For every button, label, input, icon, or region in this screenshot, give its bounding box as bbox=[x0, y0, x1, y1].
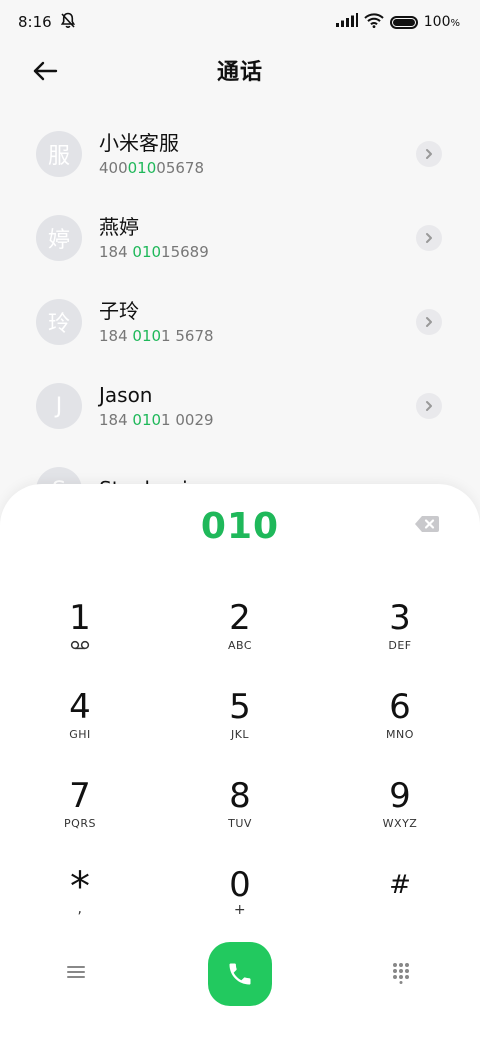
wifi-icon bbox=[364, 12, 384, 32]
key-hash[interactable]: # bbox=[320, 861, 480, 950]
contact-details-button[interactable] bbox=[416, 225, 442, 251]
key-letters: + bbox=[233, 902, 247, 918]
key-9[interactable]: 9 WXYZ bbox=[320, 772, 480, 861]
avatar: 婷 bbox=[36, 215, 82, 261]
battery-icon bbox=[389, 15, 418, 29]
backspace-button[interactable] bbox=[414, 515, 440, 535]
number-match-highlight: 010 bbox=[132, 243, 162, 261]
avatar: 服 bbox=[36, 131, 82, 177]
key-letters: ABC bbox=[227, 639, 253, 652]
key-letters: DEF bbox=[388, 639, 412, 652]
key-digit: 3 bbox=[389, 598, 411, 638]
contact-number: 184 0101 5678 bbox=[99, 327, 214, 345]
dialpad-keys: 1 2 ABC 3 DEF 4 GHI 5 JKL 6 MNO 7 PQRS 8… bbox=[0, 594, 480, 950]
chevron-right-icon bbox=[426, 401, 432, 411]
key-letters: , bbox=[77, 901, 83, 917]
key-letters: MNO bbox=[386, 728, 414, 741]
number-match-highlight: 010 bbox=[127, 159, 157, 177]
key-digit: 0 bbox=[229, 865, 251, 905]
key-3[interactable]: 3 DEF bbox=[320, 594, 480, 683]
key-letters: PQRS bbox=[64, 817, 96, 830]
key-8[interactable]: 8 TUV bbox=[160, 772, 320, 861]
status-bar: 8:16 100% bbox=[0, 0, 480, 44]
menu-icon bbox=[67, 966, 85, 978]
key-star[interactable]: * , bbox=[0, 861, 160, 950]
status-bar-left: 8:16 bbox=[18, 12, 76, 33]
dialpad-grid-icon bbox=[393, 963, 409, 984]
menu-button[interactable] bbox=[66, 964, 90, 984]
dialpad-panel: 010 1 2 ABC 3 DEF 4 GHI 5 JKL 6 MNO 7 PQ… bbox=[0, 484, 480, 1040]
key-0[interactable]: 0 + bbox=[160, 861, 320, 950]
chevron-right-icon bbox=[426, 233, 432, 243]
contact-number: 184 01015689 bbox=[99, 243, 209, 261]
key-digit: # bbox=[389, 870, 411, 900]
key-digit: 4 bbox=[69, 687, 91, 727]
key-2[interactable]: 2 ABC bbox=[160, 594, 320, 683]
contact-number: 40001005678 bbox=[99, 159, 204, 177]
key-digit: 8 bbox=[229, 776, 251, 816]
page-title: 通话 bbox=[216, 60, 263, 85]
number-match-highlight: 010 bbox=[132, 411, 162, 429]
key-letters: GHI bbox=[69, 728, 91, 741]
phone-icon bbox=[229, 963, 251, 985]
key-7[interactable]: 7 PQRS bbox=[0, 772, 160, 861]
contact-name: 小米客服 bbox=[99, 131, 179, 155]
key-digit: 2 bbox=[229, 598, 251, 638]
contact-name: 燕婷 bbox=[99, 215, 139, 239]
status-bar-right: 100% bbox=[335, 12, 460, 32]
voicemail-icon bbox=[70, 640, 90, 650]
key-6[interactable]: 6 MNO bbox=[320, 683, 480, 772]
avatar: J bbox=[36, 383, 82, 429]
backspace-icon bbox=[415, 516, 439, 532]
key-digit: 5 bbox=[229, 687, 251, 727]
contact-name: Jason bbox=[99, 383, 153, 407]
key-digit: 9 bbox=[389, 776, 411, 816]
contact-name: 子玲 bbox=[99, 299, 139, 323]
key-4[interactable]: 4 GHI bbox=[0, 683, 160, 772]
key-digit: 6 bbox=[389, 687, 411, 727]
key-letters: JKL bbox=[230, 728, 250, 741]
contact-text: 子玲 184 0101 5678 bbox=[99, 298, 416, 346]
key-digit: * bbox=[70, 864, 90, 910]
contact-item[interactable]: J Jason 184 0101 0029 bbox=[0, 364, 480, 448]
contact-item[interactable]: 服 小米客服 40001005678 bbox=[0, 112, 480, 196]
key-5[interactable]: 5 JKL bbox=[160, 683, 320, 772]
bell-off-icon bbox=[60, 12, 76, 33]
signal-icon bbox=[335, 13, 358, 31]
number-match-highlight: 010 bbox=[132, 327, 162, 345]
arrow-left-icon bbox=[33, 61, 58, 81]
contact-text: Jason 184 0101 0029 bbox=[99, 382, 416, 430]
battery-percentage: 100% bbox=[423, 14, 460, 30]
contact-details-button[interactable] bbox=[416, 309, 442, 335]
contact-details-button[interactable] bbox=[416, 393, 442, 419]
avatar: 玲 bbox=[36, 299, 82, 345]
key-1[interactable]: 1 bbox=[0, 594, 160, 683]
contact-details-button[interactable] bbox=[416, 141, 442, 167]
key-digit: 1 bbox=[69, 598, 91, 638]
key-letters: TUV bbox=[228, 817, 252, 830]
contact-text: 燕婷 184 01015689 bbox=[99, 214, 416, 262]
contact-text: 小米客服 40001005678 bbox=[99, 130, 416, 178]
back-button[interactable] bbox=[28, 54, 62, 88]
dialpad-actions bbox=[0, 942, 480, 1008]
status-time: 8:16 bbox=[18, 13, 52, 31]
key-letters: WXYZ bbox=[382, 817, 418, 830]
key-digit: 7 bbox=[69, 776, 91, 816]
app-header: 通话 bbox=[0, 44, 480, 96]
chevron-right-icon bbox=[426, 317, 432, 327]
contact-item[interactable]: 玲 子玲 184 0101 5678 bbox=[0, 280, 480, 364]
dialpad-toggle-button[interactable] bbox=[391, 962, 413, 986]
dialed-number-display[interactable]: 010 bbox=[0, 502, 480, 552]
contact-item[interactable]: 婷 燕婷 184 01015689 bbox=[0, 196, 480, 280]
call-button[interactable] bbox=[208, 942, 272, 1006]
contact-list: 服 小米客服 40001005678 婷 燕婷 184 01015689 玲 子… bbox=[0, 112, 480, 532]
chevron-right-icon bbox=[426, 149, 432, 159]
contact-number: 184 0101 0029 bbox=[99, 411, 214, 429]
